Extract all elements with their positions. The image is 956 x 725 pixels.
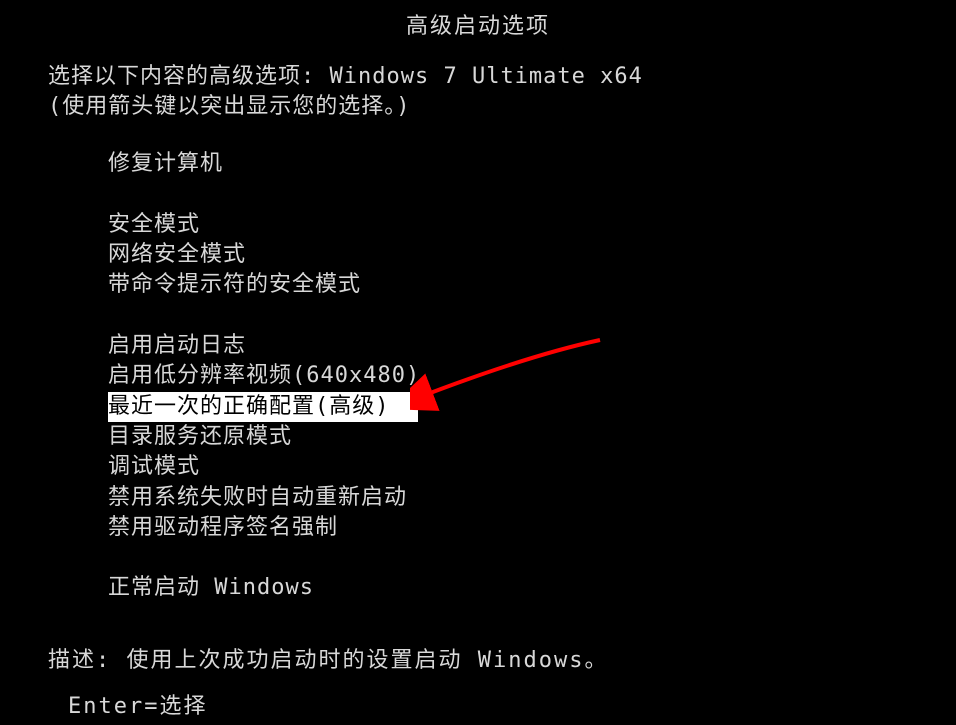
menu-item-safe-mode[interactable]: 安全模式 [108, 210, 956, 240]
description-label: 描述: [48, 648, 111, 673]
menu-item-start-normally[interactable]: 正常启动 Windows [108, 573, 956, 603]
menu-item-repair[interactable]: 修复计算机 [108, 149, 956, 179]
page-title: 高级启动选项 [0, 5, 956, 62]
instruction-prefix: 选择以下内容的高级选项: [48, 64, 315, 89]
menu-item-safe-mode-cmd[interactable]: 带命令提示符的安全模式 [108, 270, 956, 300]
instruction-line-2: (使用箭头键以突出显示您的选择。) [48, 92, 916, 122]
menu-item-debug-mode[interactable]: 调试模式 [108, 452, 956, 482]
menu-item-disable-driver-sig[interactable]: 禁用驱动程序签名强制 [108, 513, 956, 543]
menu-item-disable-auto-restart[interactable]: 禁用系统失败时自动重新启动 [108, 483, 956, 513]
menu-item-low-res-video[interactable]: 启用低分辨率视频(640x480) [108, 361, 956, 391]
menu-item-boot-logging[interactable]: 启用启动日志 [108, 331, 956, 361]
instruction-line-1: 选择以下内容的高级选项: Windows 7 Ultimate x64 [48, 62, 916, 92]
description-block: 描述: 使用上次成功启动时的设置启动 Windows。 [0, 642, 956, 674]
description-text: 使用上次成功启动时的设置启动 Windows。 [127, 648, 609, 673]
boot-options-menu: 修复计算机 安全模式 网络安全模式 带命令提示符的安全模式 启用启动日志 启用低… [0, 149, 956, 603]
os-name: Windows 7 Ultimate x64 [330, 64, 643, 89]
menu-item-last-known-good[interactable]: 最近一次的正确配置(高级) [108, 392, 418, 422]
menu-item-safe-mode-networking[interactable]: 网络安全模式 [108, 240, 956, 270]
menu-item-ds-restore[interactable]: 目录服务还原模式 [108, 422, 956, 452]
footer-hint: Enter=选择 [68, 688, 207, 720]
